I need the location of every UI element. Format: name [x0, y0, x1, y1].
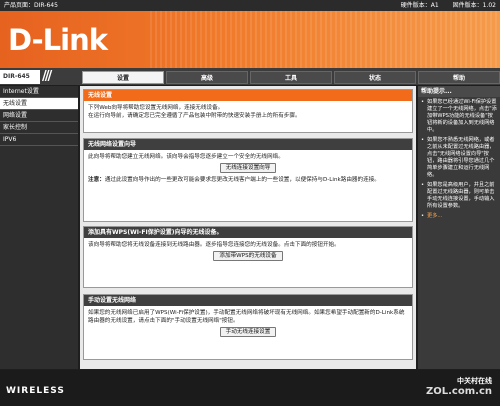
- wps-section: 添加具有WPS(WI-FI保护设置)向导的无线设备。 该向导将帮助您将无线设备连…: [83, 226, 413, 288]
- dlink-logo: D-Link: [8, 23, 108, 57]
- sidebar-item-ipv6[interactable]: IPV6: [0, 134, 78, 146]
- hardware-version: 硬件版本：A1: [400, 2, 439, 9]
- tab-setup[interactable]: 设置: [82, 71, 164, 84]
- main-content: 无线设置 下列Web向导将帮助您设置无线网络，连接无线设备。 在运行向导前，请确…: [80, 86, 416, 369]
- firmware-version: 固件版本：1.02: [452, 2, 496, 9]
- tab-help[interactable]: 帮助: [418, 71, 500, 84]
- sidebar-item-parental[interactable]: 家长控制: [0, 122, 78, 134]
- section-title: 添加具有WPS(WI-FI保护设置)向导的无线设备。: [84, 227, 412, 238]
- product-page-label: 产品页面：DIR-645: [4, 2, 58, 9]
- wizard-note: 注意：通过此设置向导作出的一些更改可能会要求您更改无线客户端上的一些设置，以便保…: [88, 176, 408, 184]
- wps-text: 该向导将帮助您将无线设备连接到无线路由器。逐步指导您连接您的无线设备。点击下面的…: [88, 242, 340, 248]
- note-text: 通过此设置向导作出的一些更改可能会要求您更改无线客户端上的一些设置，以便保持与D…: [104, 177, 380, 183]
- footer: WIRELESS 中关村在线 ZOL.com.cn: [0, 370, 500, 406]
- sidebar-item-network[interactable]: 网络设置: [0, 110, 78, 122]
- tab-status[interactable]: 状态: [334, 71, 416, 84]
- wireless-wizard-button[interactable]: 无线连接设置向导: [219, 163, 277, 173]
- wireless-prereq-text: 在运行向导前，请确定您已完全遵循了产品包装中附带的快速安装手册上的所有步骤。: [88, 113, 301, 119]
- tab-tools[interactable]: 工具: [250, 71, 332, 84]
- banner-stripes: [150, 11, 500, 68]
- help-panel: 帮助提示... 如果您已经通过Wi-Fi保护设置建立了一个无线网络，点击"添加带…: [418, 86, 500, 369]
- version-info: 硬件版本：A1 固件版本：1.02: [389, 0, 496, 11]
- section-title: 无线网络设置向导: [84, 139, 412, 150]
- top-info-bar: 产品页面：DIR-645 硬件版本：A1 固件版本：1.02: [0, 0, 500, 11]
- add-wps-device-button[interactable]: 添加带WPS的无线设备: [213, 251, 283, 261]
- help-tip: 如果您不熟悉无线网络，或者之前从未配置过无线路由器，点击"无线网络设置向导"按钮…: [421, 137, 497, 179]
- help-tip: 如果您是高级用户，并且之前配置过无线路由器，则可单击 手动无线连接设置，手动输入…: [421, 182, 497, 210]
- brand-banner: D-Link: [0, 11, 500, 68]
- manual-text: 如果您的无线网络已启用了WPS(Wi-Fi保护设置)，手动配置无线网络将破坏现有…: [88, 310, 405, 324]
- wizard-text: 此向导将帮助您建立无线网络。该向导会指导您逐步建立一个安全的无线网络。: [88, 154, 284, 160]
- sidebar-item-internet[interactable]: Internet设置: [0, 86, 78, 98]
- wireless-intro-text: 下列Web向导将帮助您设置无线网络，连接无线设备。: [88, 105, 224, 111]
- wireless-label: WIRELESS: [6, 386, 65, 396]
- model-label: DIR-645: [0, 70, 40, 84]
- section-title: 手动设置无线网络: [84, 295, 412, 306]
- help-title: 帮助提示...: [418, 86, 500, 97]
- sidebar: Internet设置 无线设置 网络设置 家长控制 IPV6: [0, 86, 78, 369]
- section-title: 无线设置: [84, 90, 412, 101]
- sidebar-item-wireless[interactable]: 无线设置: [0, 98, 78, 110]
- slash-decoration: ///: [42, 69, 52, 84]
- tab-advanced[interactable]: 高级: [166, 71, 248, 84]
- watermark-domain: ZOL.com.cn: [426, 386, 492, 397]
- note-label: 注意：: [88, 177, 105, 183]
- help-more-link[interactable]: 更多...: [421, 213, 497, 220]
- wizard-section: 无线网络设置向导 此向导将帮助您建立无线网络。该向导会指导您逐步建立一个安全的无…: [83, 138, 413, 222]
- manual-setup-section: 手动设置无线网络 如果您的无线网络已启用了WPS(Wi-Fi保护设置)，手动配置…: [83, 294, 413, 360]
- manual-setup-button[interactable]: 手动无线连接设置: [219, 327, 277, 337]
- wireless-settings-section: 无线设置 下列Web向导将帮助您设置无线网络，连接无线设备。 在运行向导前，请确…: [83, 89, 413, 133]
- watermark-site: 中关村在线: [457, 377, 492, 385]
- help-tip: 如果您已经通过Wi-Fi保护设置建立了一个无线网络，点击"添加带WPS功能的无线…: [421, 99, 497, 134]
